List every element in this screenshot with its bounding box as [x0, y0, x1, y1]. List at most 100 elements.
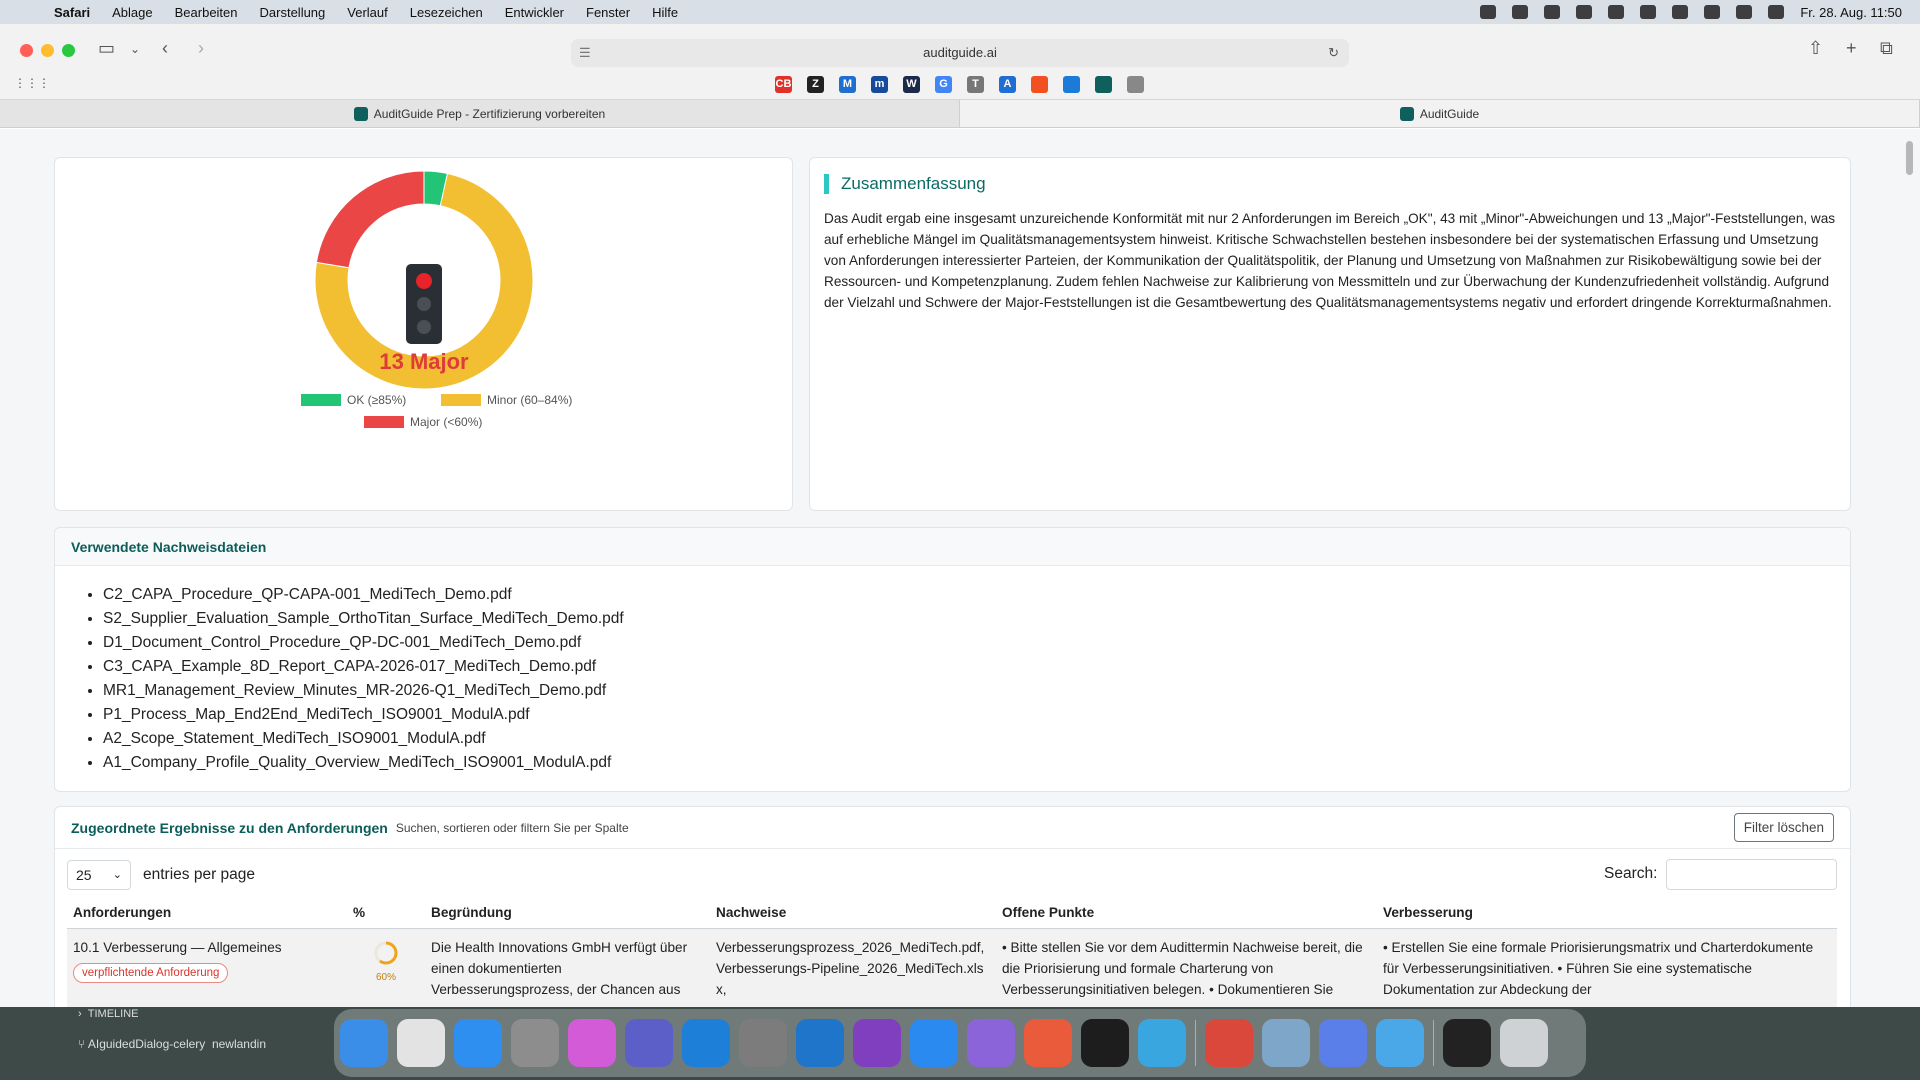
menu-item-ablage[interactable]: Ablage — [112, 5, 152, 20]
w-icon[interactable]: W — [903, 76, 920, 93]
blue-icon[interactable] — [1063, 76, 1080, 93]
zoom-window-icon[interactable] — [62, 44, 75, 57]
forward-icon[interactable]: › — [198, 38, 204, 59]
mail-icon[interactable] — [454, 1019, 502, 1067]
status-app-icon[interactable] — [1576, 5, 1593, 19]
column-header-evidence[interactable]: Nachweise — [710, 899, 996, 929]
globe-icon[interactable] — [1127, 76, 1144, 93]
clock[interactable]: Fr. 28. Aug. 11:50 — [1800, 5, 1902, 20]
powerpoint-icon[interactable] — [1205, 1019, 1253, 1067]
page-menu-icon[interactable]: ☰ — [579, 39, 591, 67]
column-header-improvement[interactable]: Verbesserung — [1377, 899, 1837, 929]
system-settings-icon[interactable] — [511, 1019, 559, 1067]
column-header-percent[interactable]: % — [347, 899, 425, 929]
status-app-icon[interactable] — [1544, 5, 1561, 19]
column-header-requirements[interactable]: Anforderungen — [67, 899, 347, 929]
scrollbar[interactable] — [1906, 141, 1913, 175]
tab-auditguide-prep[interactable]: AuditGuide Prep - Zertifizierung vorbere… — [0, 100, 960, 127]
recent-window-icon[interactable] — [1443, 1019, 1491, 1067]
window-controls — [20, 44, 75, 57]
address-bar[interactable]: ☰ auditguide.ai ↻ — [571, 39, 1349, 67]
menu-item-verlauf[interactable]: Verlauf — [347, 5, 387, 20]
improvement-cell: • Erstellen Sie eine formale Priorisieru… — [1377, 928, 1837, 1007]
t-icon[interactable]: T — [967, 76, 984, 93]
app-icon[interactable] — [1319, 1019, 1367, 1067]
new-tab-icon[interactable]: + — [1846, 38, 1857, 59]
grid-icon[interactable]: ⋮⋮⋮ — [14, 76, 50, 90]
percent-label: 60% — [375, 972, 396, 983]
menu-item-darstellung[interactable]: Darstellung — [260, 5, 326, 20]
legend-minor-label[interactable]: Minor (60–84%) — [487, 393, 572, 407]
column-header-open-points[interactable]: Offene Punkte — [996, 899, 1377, 929]
table-row[interactable]: 10.1 Verbesserung — Allgemeines verpflic… — [67, 928, 1837, 1007]
menu-item-fenster[interactable]: Fenster — [586, 5, 630, 20]
a-icon[interactable]: A — [999, 76, 1016, 93]
outlook-icon[interactable] — [682, 1019, 730, 1067]
control-center-icon[interactable] — [1768, 5, 1785, 19]
evidence-file-item: A1_Company_Profile_Quality_Overview_Medi… — [103, 751, 1850, 775]
branch2-text: newlandin — [211, 1037, 266, 1051]
evidence-file-item: P1_Process_Map_End2End_MediTech_ISO9001_… — [103, 703, 1850, 727]
github-desktop-icon[interactable] — [853, 1019, 901, 1067]
app-icon[interactable] — [568, 1019, 616, 1067]
z-icon[interactable]: Z — [807, 76, 824, 93]
tab-overview-icon[interactable]: ⧉ — [1880, 38, 1893, 59]
minimize-window-icon[interactable] — [41, 44, 54, 57]
menu-item-bearbeiten[interactable]: Bearbeiten — [175, 5, 238, 20]
ms-icon[interactable] — [1031, 76, 1048, 93]
sidebar-toggle-icon[interactable]: ▭ — [98, 38, 115, 59]
status-app-icon[interactable] — [1608, 5, 1625, 19]
page-length-select[interactable]: 25 ⌄ — [67, 860, 131, 890]
legend-major-label[interactable]: Major (<60%) — [410, 415, 482, 429]
app-icon[interactable] — [1376, 1019, 1424, 1067]
app-icon[interactable] — [1138, 1019, 1186, 1067]
reload-icon[interactable]: ↻ — [1328, 39, 1339, 67]
legend-ok-label[interactable]: OK (≥85%) — [347, 393, 406, 407]
chevron-down-icon[interactable]: ⌄ — [130, 42, 140, 56]
evidence-file-item: A2_Scope_Statement_MediTech_ISO9001_Modu… — [103, 727, 1850, 751]
battery-icon[interactable] — [1672, 5, 1689, 19]
evidence-file-item: MR1_Management_Review_Minutes_MR-2026-Q1… — [103, 679, 1850, 703]
preview-icon[interactable] — [1262, 1019, 1310, 1067]
tab-auditguide[interactable]: AuditGuide — [960, 100, 1920, 127]
launchpad-icon[interactable] — [397, 1019, 445, 1067]
app-icon[interactable] — [967, 1019, 1015, 1067]
wifi-icon[interactable] — [1704, 5, 1721, 19]
trash-icon[interactable] — [1500, 1019, 1548, 1067]
column-header-reason[interactable]: Begründung — [425, 899, 710, 929]
close-window-icon[interactable] — [20, 44, 33, 57]
status-app-icon[interactable] — [1480, 5, 1497, 19]
search-input[interactable] — [1666, 859, 1837, 890]
claude-icon[interactable] — [1024, 1019, 1072, 1067]
menu-app[interactable]: Safari — [54, 5, 90, 20]
ag-icon[interactable] — [1095, 76, 1112, 93]
search-label: Search: — [1604, 865, 1658, 882]
search-icon[interactable] — [1736, 5, 1753, 19]
safari-window: ▭ ⌄ ‹ › ☰ auditguide.ai ↻ ⇧ + ⧉ ⋮⋮⋮ CB Z M… — [0, 24, 1920, 1007]
m-icon[interactable]: M — [839, 76, 856, 93]
teams-icon[interactable] — [625, 1019, 673, 1067]
cb-icon[interactable]: CB — [775, 76, 792, 93]
vscode-icon[interactable] — [796, 1019, 844, 1067]
finder-icon[interactable] — [340, 1019, 388, 1067]
terminal-icon[interactable] — [1081, 1019, 1129, 1067]
share-icon[interactable]: ⇧ — [1808, 38, 1823, 59]
m2-icon[interactable]: m — [871, 76, 888, 93]
menu-item-entwickler[interactable]: Entwickler — [505, 5, 564, 20]
evidence-file-item: S2_Supplier_Evaluation_Sample_OrthoTitan… — [103, 607, 1850, 631]
menu-item-hilfe[interactable]: Hilfe — [652, 5, 678, 20]
chevron-down-icon: ⌄ — [112, 869, 122, 881]
status-app-icon[interactable] — [1512, 5, 1529, 19]
back-icon[interactable]: ‹ — [162, 38, 168, 59]
screenshot-icon[interactable] — [739, 1019, 787, 1067]
requirements-title: Zugeordnete Ergebnisse zu den Anforderun… — [71, 819, 388, 836]
donut-slice-major[interactable] — [315, 170, 425, 269]
google-icon[interactable]: G — [935, 76, 952, 93]
dock — [334, 1009, 1586, 1077]
clear-filter-button[interactable]: Filter löschen — [1733, 813, 1834, 842]
menu-item-lesezeichen[interactable]: Lesezeichen — [410, 5, 483, 20]
tab-title: AuditGuide — [1419, 107, 1480, 121]
status-app-icon[interactable] — [1640, 5, 1657, 19]
safari-icon[interactable] — [910, 1019, 958, 1067]
evidence-file-list: C2_CAPA_Procedure_QP-CAPA-001_MediTech_D… — [55, 566, 1850, 775]
